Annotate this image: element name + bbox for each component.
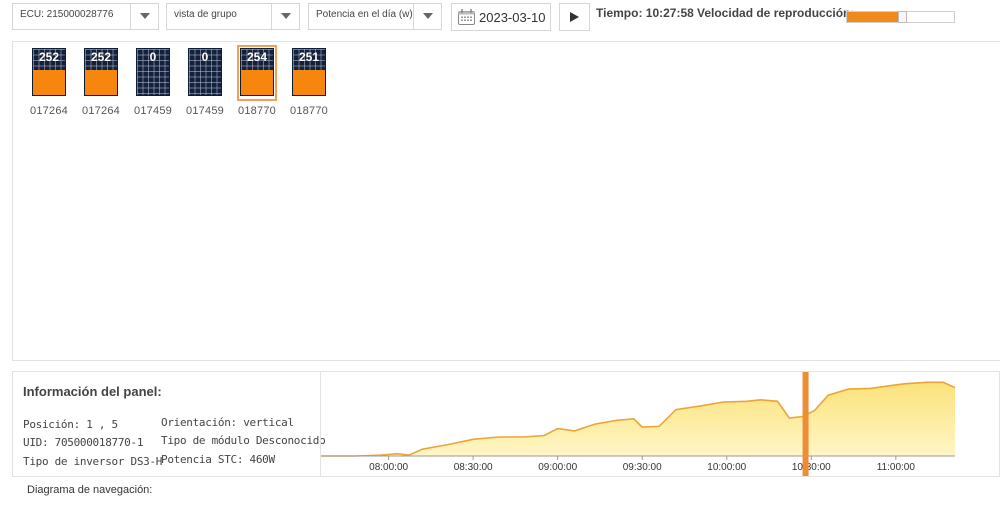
x-tick-label: 11:00:00 [877, 462, 916, 473]
chevron-down-icon [130, 4, 158, 29]
solar-panel-icon: 254 [240, 48, 274, 96]
stc-power-row: Potencia STC: 460W [161, 453, 275, 466]
date-value: 2023-03-10 [479, 10, 546, 25]
x-tick-label: 08:30:00 [454, 462, 493, 473]
view-select-value: vista de grupo [174, 9, 237, 20]
solar-panel-icon: 252 [32, 48, 66, 96]
module-power-value: 251 [298, 50, 320, 64]
module-power-value: 252 [90, 50, 112, 64]
module-id-label: 017264 [82, 105, 120, 117]
orientation-value: vertical [243, 416, 294, 429]
x-tick-label: 10:00:00 [707, 462, 746, 473]
panel-info-title: Información del panel: [23, 384, 162, 399]
speed-slider-fill [847, 12, 903, 22]
stc-power-value: 460W [249, 453, 276, 466]
position-key: Posición: [23, 418, 80, 431]
module-id-label: 018770 [238, 105, 276, 117]
power-chart-svg[interactable]: 08:00:00 08:30:00 09:00:00 09:30:00 10:00:00… [321, 372, 1000, 476]
solar-module[interactable]: 252 [84, 48, 118, 98]
module-power-fill [241, 69, 273, 95]
power-area [321, 382, 955, 456]
uid-row: UID: 705000018770-1 [23, 436, 143, 449]
speed-label: Velocidad de reproducción: [697, 6, 855, 20]
ecu-select-value: ECU: 215000028776 [20, 9, 114, 20]
module-id-label: 017459 [134, 105, 172, 117]
calendar-icon [458, 9, 475, 25]
orientation-row: Orientación: vertical [161, 416, 294, 429]
solar-panel-icon: 251 [292, 48, 326, 96]
module-power-value: 0 [201, 50, 209, 64]
chevron-down-icon [413, 4, 441, 29]
module-id-label: 018770 [290, 105, 328, 117]
panel-info: Información del panel: Posición: 1 , 5 U… [12, 371, 1000, 477]
time-readout: Tiempo: 10:27:58 [596, 6, 694, 20]
view-select[interactable]: vista de grupo [166, 3, 300, 30]
metric-select-value: Potencia en el día (w) [316, 9, 413, 20]
module-power-fill [85, 69, 117, 95]
module-id-label: 017459 [186, 105, 224, 117]
x-tick-label: 09:30:00 [623, 462, 662, 473]
x-tick-label: 09:00:00 [538, 462, 577, 473]
inverter-value: DS3-H [130, 455, 163, 468]
ecu-select[interactable]: ECU: 215000028776 [12, 3, 159, 30]
navigation-label: Diagrama de navegación: [27, 484, 153, 496]
module-type-row: Tipo de módulo Desconocido [161, 434, 326, 447]
position-value: 1 , 5 [86, 418, 118, 431]
x-tick-label: 10:30:00 [792, 462, 831, 473]
orientation-key: Orientación: [161, 416, 237, 429]
solar-module[interactable]: 0 [136, 48, 170, 98]
time-cursor [802, 372, 809, 476]
metric-select[interactable]: Potencia en el día (w) [308, 3, 442, 30]
uid-value: 705000018770-1 [54, 436, 144, 449]
stc-power-key: Potencia STC: [161, 453, 244, 466]
play-button[interactable] [559, 3, 590, 31]
solar-panel-icon: 0 [188, 48, 222, 96]
solar-module[interactable]: 254 [237, 45, 277, 101]
uid-key: UID: [23, 436, 49, 449]
panel-layout: 252 017264 252 017264 0 017459 0 017459 254 01877… [12, 41, 1000, 361]
module-id-label: 017264 [30, 105, 68, 117]
x-tick-label: 08:00:00 [369, 462, 408, 473]
play-icon [570, 12, 579, 22]
speed-slider[interactable] [846, 11, 955, 23]
module-power-fill [293, 69, 325, 95]
date-picker[interactable]: 2023-03-10 [451, 3, 551, 31]
module-type-value: Desconocido [255, 434, 326, 447]
solar-module[interactable]: 251 [292, 48, 326, 98]
module-power-value: 252 [38, 50, 60, 64]
module-power-fill [33, 69, 65, 95]
module-power-value: 0 [149, 50, 157, 64]
module-type-key: Tipo de módulo [161, 434, 250, 447]
speed-slider-handle[interactable] [897, 11, 907, 23]
solar-module[interactable]: 252 [32, 48, 66, 98]
inverter-row: Tipo de inversor DS3-H [23, 455, 162, 468]
power-chart[interactable]: 08:00:00 08:30:00 09:00:00 09:30:00 10:00:00… [320, 372, 1000, 476]
inverter-key: Tipo de inversor [23, 455, 125, 468]
solar-panel-icon: 0 [136, 48, 170, 96]
solar-module[interactable]: 0 [188, 48, 222, 98]
position-row: Posición: 1 , 5 [23, 418, 118, 431]
chevron-down-icon [271, 4, 299, 29]
module-power-value: 254 [246, 50, 268, 64]
toolbar: ECU: 215000028776 vista de grupo Potenci… [0, 0, 1000, 38]
solar-panel-icon: 252 [84, 48, 118, 96]
